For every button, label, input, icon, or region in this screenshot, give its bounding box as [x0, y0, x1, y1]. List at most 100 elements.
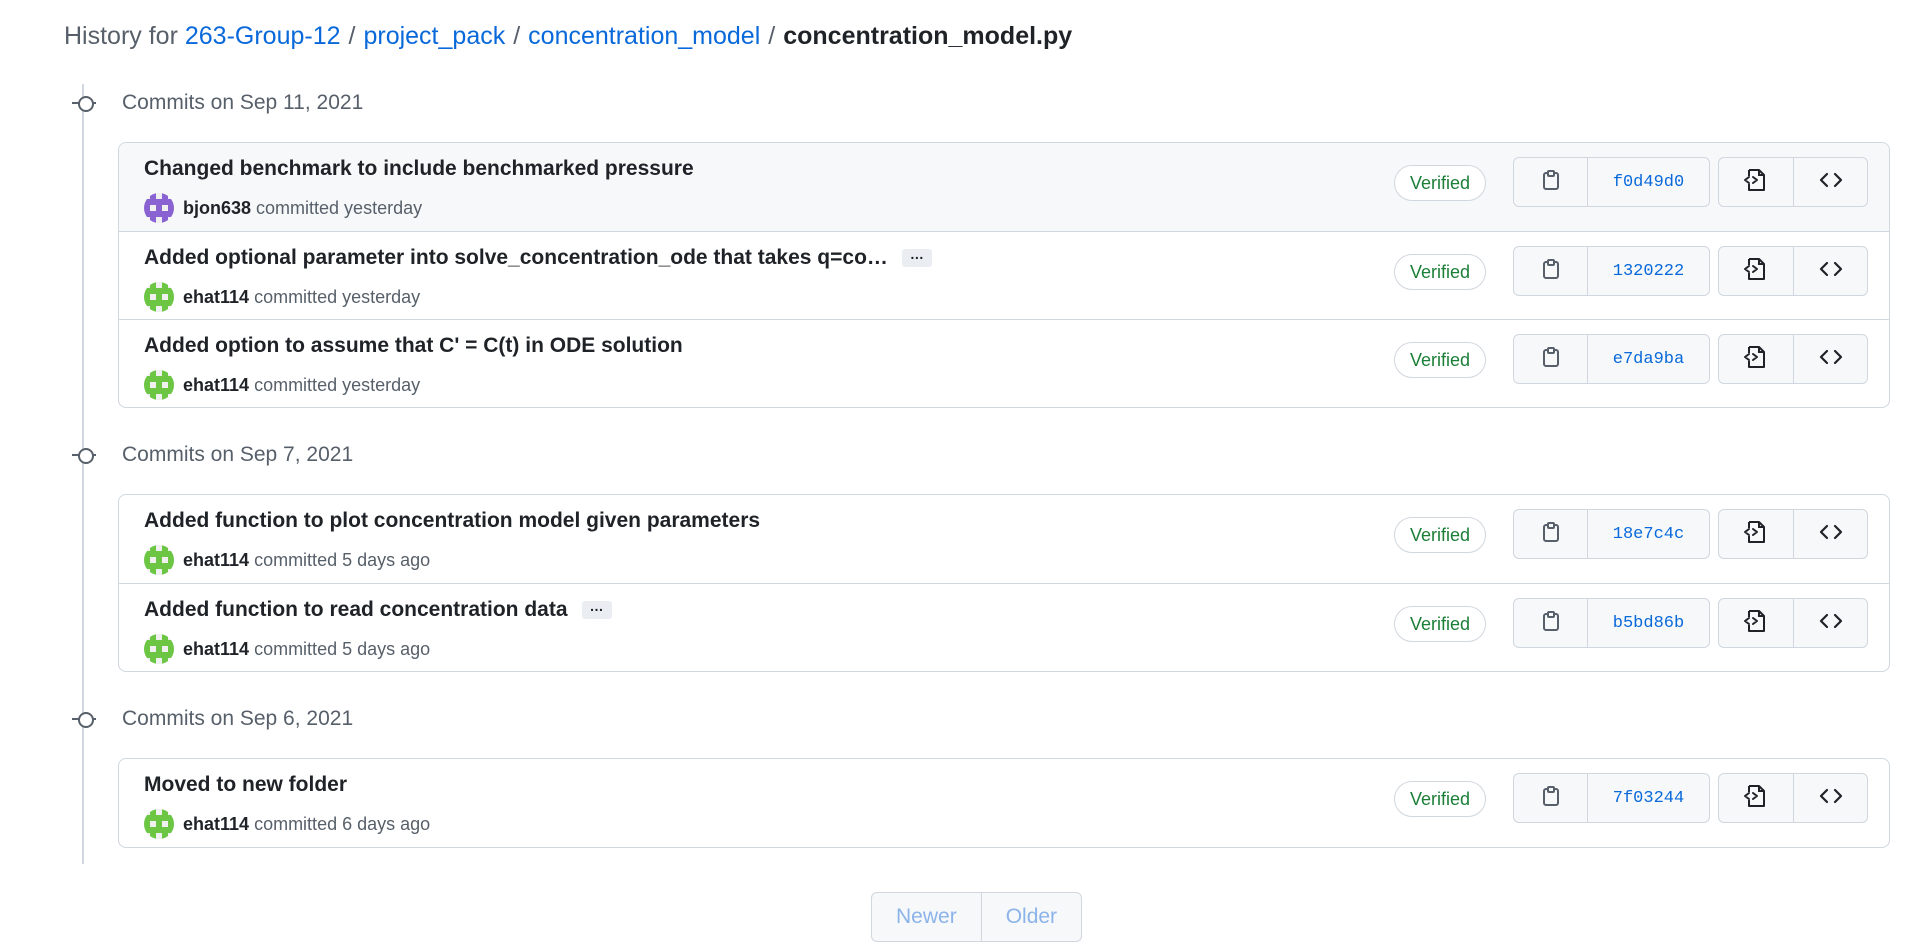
history-breadcrumb: History for 263-Group-12/project_pack / co… [64, 22, 1072, 51]
commit-group-title: Commits on Sep 6, 2021 [122, 707, 354, 730]
commit-sha-link[interactable]: 7f03244 [1587, 774, 1709, 822]
commit-group-header: Commits on Sep 7, 2021 [70, 440, 353, 470]
copy-sha-button[interactable] [1514, 510, 1587, 558]
commit-message-link[interactable]: Changed benchmark to include benchmarked… [144, 157, 694, 181]
view-file-at-commit-button[interactable] [1719, 335, 1793, 383]
git-commit-icon [70, 704, 98, 734]
commit-row: Added function to read concentration dat… [119, 583, 1889, 671]
older-button[interactable]: Older [980, 893, 1081, 941]
commit-meta: ehat114 committed 5 days ago [144, 634, 430, 664]
commit-author-link[interactable]: ehat114 [183, 550, 249, 571]
commit-message-link[interactable]: Added function to plot concentration mod… [144, 509, 760, 533]
commit-author-link[interactable]: ehat114 [183, 814, 249, 835]
browse-button-group [1718, 157, 1868, 207]
commit-message-link[interactable]: Added function to read concentration dat… [144, 598, 568, 622]
commit-time: committed 6 days ago [254, 813, 431, 834]
avatar[interactable] [144, 634, 174, 664]
commit-sha-link[interactable]: f0d49d0 [1587, 158, 1709, 206]
verified-badge[interactable]: Verified [1394, 165, 1487, 201]
commit-row: Added optional parameter into solve_conc… [119, 231, 1889, 319]
commit-row: Added function to plot concentration mod… [119, 495, 1889, 583]
breadcrumb-file-name: concentration_model.py [783, 22, 1073, 50]
file-code-icon [1743, 519, 1769, 550]
commit-sha-link[interactable]: b5bd86b [1587, 599, 1709, 647]
commit-meta: ehat114 committed yesterday [144, 282, 420, 312]
verified-badge[interactable]: Verified [1394, 781, 1487, 817]
commit-meta: ehat114 committed 5 days ago [144, 545, 430, 575]
pagination: Newer Older [871, 892, 1083, 942]
sha-button-group: 1320222 [1513, 246, 1710, 296]
breadcrumb-folder-link[interactable]: project_pack [363, 22, 505, 50]
avatar[interactable] [144, 809, 174, 839]
copy-sha-button[interactable] [1514, 158, 1587, 206]
copy-sha-button[interactable] [1514, 599, 1587, 647]
code-icon [1818, 611, 1844, 636]
browse-repo-at-commit-button[interactable] [1793, 158, 1867, 206]
breadcrumb-repo-link[interactable]: 263-Group-12 [185, 22, 341, 50]
verified-badge[interactable]: Verified [1394, 517, 1487, 553]
commit-meta: ehat114 committed 6 days ago [144, 809, 430, 839]
commit-author-link[interactable]: bjon638 [183, 198, 251, 219]
browse-repo-at-commit-button[interactable] [1793, 774, 1867, 822]
code-icon [1818, 522, 1844, 547]
avatar[interactable] [144, 370, 174, 400]
sha-button-group: b5bd86b [1513, 598, 1710, 648]
commit-meta: ehat114 committed yesterday [144, 370, 420, 400]
commit-sha-link[interactable]: 1320222 [1587, 247, 1709, 295]
commit-group-header: Commits on Sep 6, 2021 [70, 704, 353, 734]
commit-message-container: Added optional parameter into solve_conc… [144, 246, 932, 270]
breadcrumb-separator: / [768, 22, 776, 50]
browse-button-group [1718, 773, 1868, 823]
git-commit-icon [70, 88, 98, 118]
browse-repo-at-commit-button[interactable] [1793, 247, 1867, 295]
clipboard-icon [1541, 610, 1561, 637]
expand-message-button[interactable]: … [901, 247, 932, 267]
clipboard-icon [1541, 346, 1561, 373]
commit-message-link[interactable]: Moved to new folder [144, 773, 347, 797]
avatar[interactable] [144, 545, 174, 575]
newer-button[interactable]: Newer [872, 893, 981, 941]
sha-button-group: e7da9ba [1513, 334, 1710, 384]
copy-sha-button[interactable] [1514, 335, 1587, 383]
breadcrumb-separator: / [348, 22, 356, 50]
copy-sha-button[interactable] [1514, 247, 1587, 295]
view-file-at-commit-button[interactable] [1719, 774, 1793, 822]
verified-badge[interactable]: Verified [1394, 606, 1487, 642]
commit-sha-link[interactable]: 18e7c4c [1587, 510, 1709, 558]
avatar[interactable] [144, 282, 174, 312]
browse-repo-at-commit-button[interactable] [1793, 510, 1867, 558]
commit-author-link[interactable]: ehat114 [183, 287, 249, 308]
commit-author-link[interactable]: ehat114 [183, 375, 249, 396]
sha-button-group: f0d49d0 [1513, 157, 1710, 207]
browse-repo-at-commit-button[interactable] [1793, 335, 1867, 383]
view-file-at-commit-button[interactable] [1719, 510, 1793, 558]
avatar[interactable] [144, 193, 174, 223]
commit-group-title: Commits on Sep 11, 2021 [122, 91, 364, 114]
browse-button-group [1718, 334, 1868, 384]
sha-button-group: 18e7c4c [1513, 509, 1710, 559]
code-icon [1818, 170, 1844, 195]
copy-sha-button[interactable] [1514, 774, 1587, 822]
commit-list: Moved to new folder ehat114 committed 6 da… [118, 758, 1890, 848]
breadcrumb-subfolder-link[interactable]: concentration_model [528, 22, 760, 50]
browse-repo-at-commit-button[interactable] [1793, 599, 1867, 647]
commit-list: Changed benchmark to include benchmarked… [118, 142, 1890, 408]
clipboard-icon [1541, 785, 1561, 812]
verified-badge[interactable]: Verified [1394, 342, 1487, 378]
commit-author-link[interactable]: ehat114 [183, 639, 249, 660]
clipboard-icon [1541, 169, 1561, 196]
view-file-at-commit-button[interactable] [1719, 599, 1793, 647]
verified-badge[interactable]: Verified [1394, 254, 1487, 290]
commit-message-link[interactable]: Added option to assume that C' = C(t) in… [144, 334, 683, 358]
view-file-at-commit-button[interactable] [1719, 247, 1793, 295]
commit-message-link[interactable]: Added optional parameter into solve_conc… [144, 246, 888, 270]
view-file-at-commit-button[interactable] [1719, 158, 1793, 206]
commit-row: Added option to assume that C' = C(t) in… [119, 319, 1889, 407]
commit-time: committed yesterday [254, 286, 421, 307]
commit-time: committed 5 days ago [254, 549, 431, 570]
commit-group-header: Commits on Sep 11, 2021 [70, 88, 363, 118]
file-code-icon [1743, 608, 1769, 639]
commit-row: Moved to new folder ehat114 committed 6 da… [119, 759, 1889, 847]
commit-sha-link[interactable]: e7da9ba [1587, 335, 1709, 383]
expand-message-button[interactable]: … [581, 599, 612, 619]
